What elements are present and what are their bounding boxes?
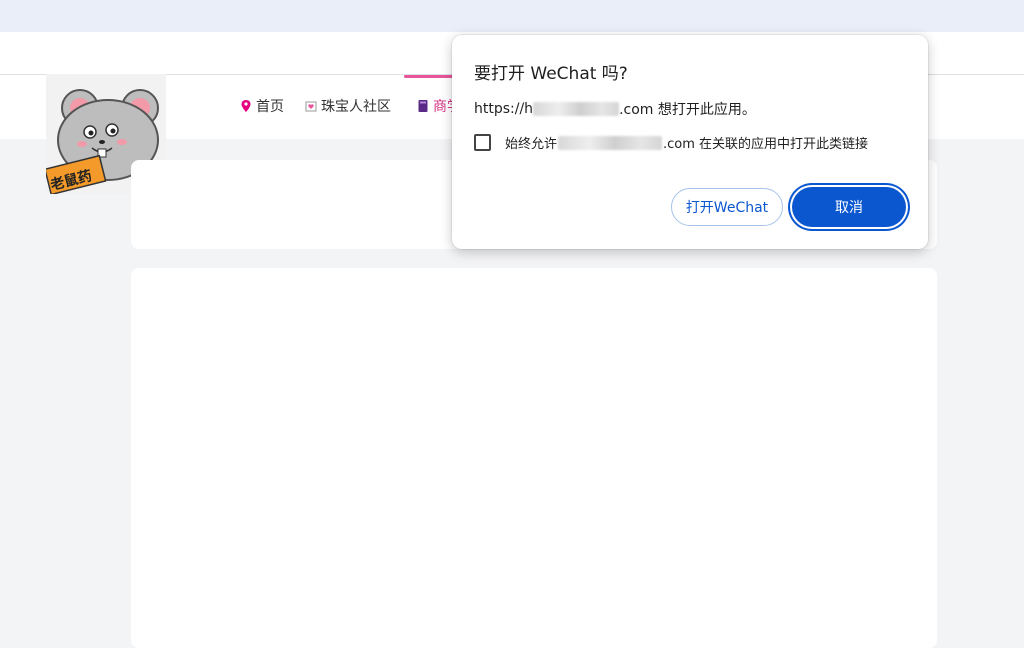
cancel-button[interactable]: 取消: [792, 187, 906, 227]
checkbox-label-suffix: .com 在关联的应用中打开此类链接: [663, 137, 869, 152]
book-icon: [418, 100, 428, 112]
content-card-main: [131, 268, 937, 648]
nav-item-home[interactable]: 首页: [240, 96, 284, 116]
always-allow-checkbox[interactable]: [474, 134, 491, 151]
dialog-message-suffix: .com 想打开此应用。: [619, 102, 756, 118]
redacted-domain: [558, 135, 663, 150]
checkbox-label-prefix: 始终允许: [505, 137, 558, 152]
dialog-message: https://h .com 想打开此应用。: [474, 99, 756, 119]
nav-item-community[interactable]: 珠宝人社区: [305, 96, 391, 116]
open-app-dialog: 要打开 WeChat 吗? https://h .com 想打开此应用。 始终允…: [452, 35, 928, 249]
always-allow-row: 始终允许 .com 在关联的应用中打开此类链接: [474, 133, 868, 152]
dialog-title: 要打开 WeChat 吗?: [474, 64, 628, 84]
redacted-domain: [533, 102, 620, 116]
open-wechat-button[interactable]: 打开WeChat: [671, 188, 783, 226]
location-pin-icon: [241, 100, 251, 112]
browser-tabstrip: [0, 0, 1024, 32]
nav-item-label: 首页: [256, 99, 284, 115]
nav-item-label: 珠宝人社区: [321, 99, 391, 115]
heart-envelope-icon: [305, 101, 317, 112]
dialog-message-prefix: https://h: [474, 101, 534, 117]
